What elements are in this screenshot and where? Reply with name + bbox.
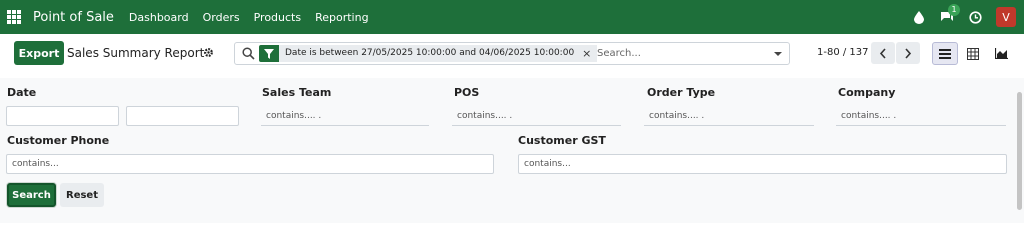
nav-item-products[interactable]: Products bbox=[254, 11, 302, 24]
export-button[interactable]: Export bbox=[14, 41, 64, 65]
vertical-scrollbar[interactable] bbox=[1017, 92, 1022, 210]
nav-item-orders[interactable]: Orders bbox=[203, 11, 240, 24]
search-button[interactable]: Search bbox=[7, 183, 56, 207]
search-input[interactable] bbox=[597, 46, 757, 61]
sales-team-field[interactable] bbox=[261, 106, 429, 126]
filter-icon bbox=[259, 45, 279, 62]
control-panel: Export Sales Summary Report Date is betw… bbox=[0, 34, 1024, 74]
chevron-left-icon bbox=[879, 47, 886, 59]
gear-icon[interactable] bbox=[203, 47, 214, 58]
date-to-field[interactable] bbox=[126, 106, 239, 126]
pager-previous-button[interactable] bbox=[871, 42, 895, 64]
facet-value: Date is between 27/05/2025 10:00:00 and … bbox=[285, 48, 575, 58]
app-brand[interactable]: Point of Sale bbox=[33, 10, 114, 25]
table-grid-icon bbox=[967, 47, 979, 60]
order-type-field[interactable] bbox=[644, 106, 814, 126]
close-icon[interactable]: × bbox=[582, 45, 591, 62]
pos-field[interactable] bbox=[452, 106, 621, 126]
messages-badge: 1 bbox=[948, 4, 960, 16]
date-from-field[interactable] bbox=[6, 106, 119, 126]
chevron-down-icon[interactable] bbox=[774, 52, 782, 56]
list-view-button[interactable] bbox=[932, 42, 958, 65]
area-chart-icon bbox=[994, 48, 1008, 59]
list-icon bbox=[939, 48, 951, 59]
pos-label: POS bbox=[454, 86, 480, 99]
date-filter-facet[interactable]: Date is between 27/05/2025 10:00:00 and … bbox=[259, 45, 598, 62]
customer-phone-field[interactable] bbox=[6, 154, 494, 174]
facet-label: Date is between 27/05/2025 10:00:00 and … bbox=[279, 45, 598, 62]
pager-next-button[interactable] bbox=[896, 42, 920, 64]
company-label: Company bbox=[838, 86, 896, 99]
chevron-right-icon bbox=[905, 47, 912, 59]
nav-item-reporting[interactable]: Reporting bbox=[315, 11, 368, 24]
order-type-label: Order Type bbox=[647, 86, 716, 99]
clock-icon[interactable] bbox=[968, 10, 982, 24]
graph-view-button[interactable] bbox=[988, 42, 1014, 65]
chat-icon[interactable]: 1 bbox=[940, 4, 960, 24]
page-title: Sales Summary Report bbox=[67, 46, 205, 60]
reset-button[interactable]: Reset bbox=[60, 183, 104, 207]
navbar-right: 1 V bbox=[912, 0, 1024, 34]
customer-gst-label: Customer GST bbox=[518, 134, 606, 147]
user-avatar[interactable]: V bbox=[996, 7, 1016, 27]
search-bar[interactable]: Date is between 27/05/2025 10:00:00 and … bbox=[234, 42, 790, 65]
nav-item-dashboard[interactable]: Dashboard bbox=[129, 11, 189, 24]
search-icon[interactable] bbox=[242, 47, 255, 63]
pager-value[interactable]: 1-80 / 137 bbox=[817, 47, 869, 58]
date-label: Date bbox=[7, 86, 37, 99]
pivot-view-button[interactable] bbox=[960, 42, 986, 65]
filter-panel: Date Sales Team POS Order Type Company C… bbox=[0, 78, 1024, 223]
customer-gst-field[interactable] bbox=[518, 154, 1007, 174]
company-field[interactable] bbox=[836, 106, 1006, 126]
customer-phone-label: Customer Phone bbox=[7, 134, 110, 147]
drop-icon[interactable] bbox=[912, 10, 926, 24]
top-navbar: Point of Sale Dashboard Orders Products … bbox=[0, 0, 1024, 34]
sales-team-label: Sales Team bbox=[262, 86, 332, 99]
apps-menu-icon[interactable] bbox=[7, 10, 21, 24]
